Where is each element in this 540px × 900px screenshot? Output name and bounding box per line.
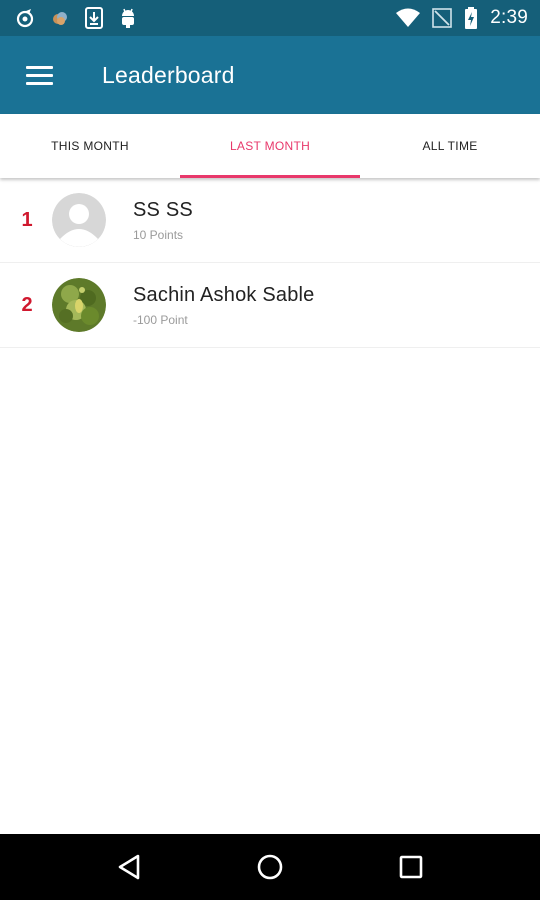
hamburger-menu-icon [26, 65, 53, 85]
list-item[interactable]: 2 Sachin Ashok Sable -100 Point [0, 263, 540, 348]
recents-icon [400, 855, 423, 879]
photo-avatar-icon [52, 278, 106, 332]
battery-charging-icon [464, 7, 478, 29]
rank-number: 1 [21, 208, 33, 231]
status-system-icons: 2:39 [384, 7, 528, 29]
default-avatar-icon [52, 193, 106, 247]
user-points: -100 Point [133, 312, 188, 327]
rank-number: 2 [21, 293, 33, 316]
home-icon [257, 854, 283, 880]
download-icon [84, 7, 104, 29]
user-name: Sachin Ashok Sable [133, 283, 315, 306]
avatar [52, 278, 106, 332]
tab-this-month[interactable]: THIS MONTH [0, 114, 180, 178]
home-button[interactable] [240, 837, 300, 897]
recents-button[interactable] [381, 837, 441, 897]
user-info: Sachin Ashok Sable -100 Point [133, 284, 315, 327]
no-signal-icon [432, 8, 453, 28]
tab-last-month[interactable]: LAST MONTH [180, 114, 360, 178]
list-item[interactable]: 1 SS SS 10 Points [0, 178, 540, 263]
cloud-icon [50, 8, 70, 28]
android-icon [118, 7, 138, 29]
leaderboard-list: 1 SS SS 10 Points 2 Sachin Ashok Sable -… [0, 178, 540, 348]
back-button[interactable] [99, 837, 159, 897]
status-notification-icons [16, 7, 152, 29]
user-name: SS SS [133, 198, 193, 221]
leaderboard-tabs: THIS MONTH LAST MONTH ALL TIME [0, 114, 540, 178]
user-info: SS SS 10 Points [133, 199, 193, 242]
tab-all-time[interactable]: ALL TIME [360, 114, 540, 178]
app-icon [16, 8, 36, 28]
page-title: Leaderboard [102, 61, 235, 88]
app-bar: Leaderboard [0, 36, 540, 114]
status-time: 2:39 [490, 7, 528, 28]
user-points: 10 Points [133, 227, 184, 242]
menu-button[interactable] [0, 36, 80, 114]
navigation-bar [0, 834, 540, 900]
status-bar: 2:39 [0, 0, 540, 36]
back-icon [118, 854, 139, 880]
avatar [52, 193, 106, 247]
wifi-icon [396, 8, 421, 28]
